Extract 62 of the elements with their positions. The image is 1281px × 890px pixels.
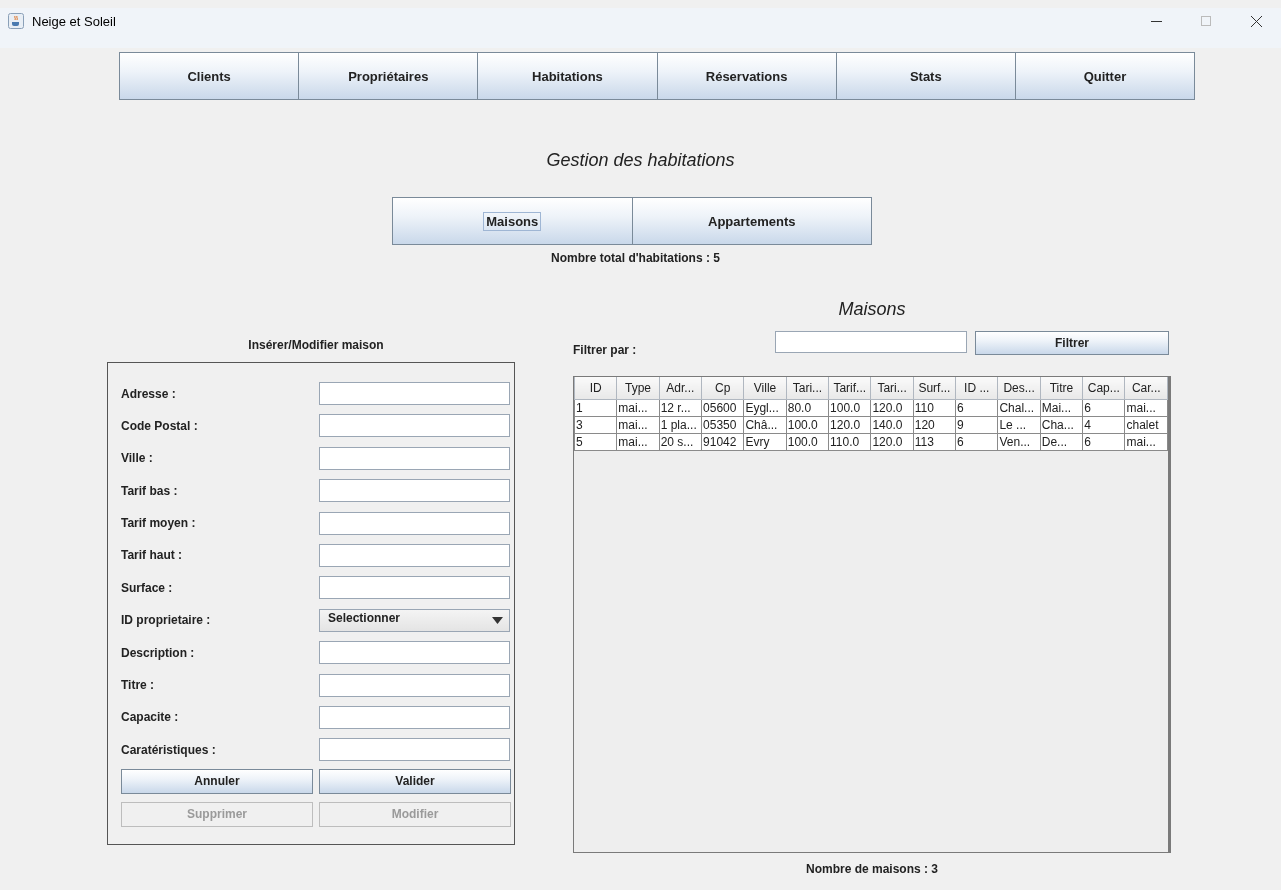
nav-button[interactable]: Habitations [477, 52, 658, 100]
field-label: Tarif haut : [121, 548, 184, 563]
nav-button[interactable]: Réservations [656, 52, 837, 100]
text-field[interactable] [319, 511, 510, 535]
column-header[interactable]: Cp [701, 377, 744, 400]
column-header[interactable]: Car... [1124, 377, 1168, 400]
house-count: Nombre de maisons : 3 [804, 862, 939, 876]
field-label: Titre : [121, 678, 156, 692]
column-header[interactable]: Adr... [659, 377, 702, 400]
column-header[interactable]: Tarif... [828, 377, 871, 400]
tab-button[interactable]: Appartements [631, 197, 872, 245]
window-title: Neige et Soleil [32, 13, 117, 29]
page-heading: Gestion des habitations [545, 150, 736, 171]
text-field[interactable] [319, 479, 510, 503]
field-label: ID proprietaire : [121, 613, 212, 628]
field-label: Adresse : [121, 386, 177, 401]
field-label: Caratéristiques : [121, 742, 217, 757]
nav-button[interactable]: Propriétaires [298, 52, 479, 100]
column-header[interactable]: Titre [1040, 377, 1083, 400]
column-header[interactable]: ID ... [955, 377, 998, 400]
filter-field[interactable] [775, 331, 967, 353]
text-field[interactable] [319, 673, 510, 697]
text-field[interactable] [319, 738, 510, 762]
column-header[interactable]: ID [574, 377, 617, 400]
total-count: Nombre total d'habitations : 5 [550, 251, 721, 265]
column-header[interactable]: Surf... [913, 377, 956, 400]
field-label: Surface : [121, 580, 174, 595]
text-field[interactable] [319, 543, 510, 567]
column-header[interactable]: Type [616, 377, 660, 400]
form-title: Insérer/Modifier maison [247, 338, 385, 352]
field-label: Tarif moyen : [121, 516, 197, 531]
close-icon[interactable] [1250, 15, 1262, 27]
maximize-icon[interactable] [1201, 16, 1211, 26]
field-label: Description : [121, 645, 196, 660]
list-title: Maisons [837, 299, 907, 320]
field-label: Tarif bas : [121, 483, 179, 498]
column-header[interactable]: Tari... [870, 377, 914, 400]
filter-button[interactable]: Filtrer [975, 330, 1169, 355]
tab-button[interactable]: Maisons [392, 197, 633, 245]
column-header[interactable]: Tari... [786, 377, 829, 400]
form-button[interactable]: Valider [319, 768, 511, 794]
text-field[interactable] [319, 641, 510, 665]
column-header[interactable]: Cap... [1082, 377, 1125, 400]
column-header[interactable]: Ville [743, 377, 787, 400]
minimize-icon[interactable] [1150, 20, 1162, 22]
text-field[interactable] [319, 414, 510, 438]
coffee-cup-icon [8, 13, 24, 29]
column-header[interactable]: Des... [997, 377, 1041, 400]
field-label: Code Postal : [121, 418, 199, 433]
field-label: Capacite : [121, 710, 180, 725]
nav-button[interactable]: Clients [119, 52, 300, 100]
text-field[interactable] [319, 576, 510, 600]
caret-icon [492, 616, 503, 624]
filter-label: Filtrer par : [573, 343, 638, 357]
text-field[interactable] [319, 705, 510, 729]
text-field[interactable] [319, 446, 510, 470]
text-field[interactable] [319, 382, 510, 405]
field-label: Ville : [121, 451, 154, 466]
dropdown[interactable]: Selectionner [319, 608, 510, 632]
nav-button[interactable]: Quitter [1014, 52, 1196, 100]
nav-button[interactable]: Stats [835, 52, 1016, 100]
form-button[interactable]: Annuler [121, 768, 313, 794]
